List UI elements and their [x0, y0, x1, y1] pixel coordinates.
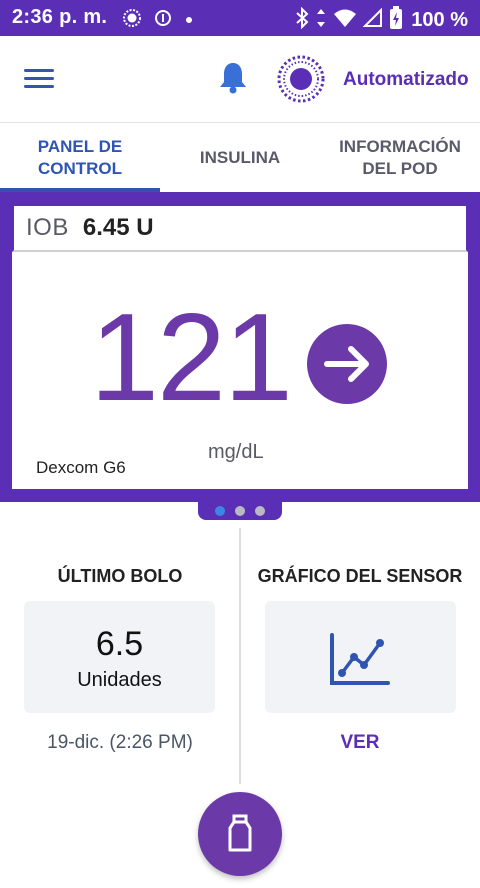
- last-bolus-unit: Unidades: [77, 669, 162, 691]
- tab-insulin[interactable]: INSULINA: [160, 123, 320, 192]
- iob-label: IOB: [26, 214, 69, 241]
- last-bolus-title: ÚLTIMO BOLO: [57, 566, 183, 586]
- page-dot: [215, 506, 225, 516]
- view-sensor-graph-link[interactable]: VER: [240, 732, 480, 754]
- bell-icon[interactable]: [218, 60, 250, 94]
- glucose-units: mg/dL: [208, 441, 264, 463]
- iob-value: 6.45 U: [82, 214, 154, 241]
- tab-pod-info[interactable]: INFORMACIÓN DEL POD: [320, 123, 480, 192]
- cellular-signal-icon: [362, 7, 383, 33]
- dot-icon: [184, 12, 194, 30]
- last-bolus-value: 6.5: [95, 625, 144, 663]
- battery-percent: 100 %: [411, 9, 468, 31]
- status-right-icons: 100 %: [295, 6, 468, 35]
- last-bolus-tile[interactable]: 6.5 Unidades: [24, 601, 215, 713]
- app-bar: Automatizado: [0, 36, 480, 122]
- data-saver-icon: [154, 9, 172, 32]
- sensor-name: Dexcom G6: [36, 458, 126, 477]
- page-dot: [235, 506, 245, 516]
- last-bolus-date: 19-dic. (2:26 PM): [47, 732, 193, 753]
- bluetooth-icon: [295, 6, 309, 34]
- sensor-graph-tile[interactable]: [265, 601, 456, 713]
- tab-dashboard[interactable]: PANEL DE CONTROL: [0, 123, 160, 192]
- page-dot: [255, 506, 265, 516]
- battery-charging-icon: [389, 6, 403, 35]
- data-arrows-icon: [315, 7, 327, 34]
- glucose-value: 121: [90, 289, 293, 427]
- mode-label: Automatizado: [343, 69, 469, 90]
- tab-bar: PANEL DE CONTROL INSULINA INFORMACIÓN DE…: [0, 122, 480, 192]
- iob-bar: IOB 6.45 U: [12, 204, 468, 252]
- dashboard-panel: IOB 6.45 U 121 mg/dL Dexcom G6: [0, 192, 480, 502]
- status-bar: 2:36 p. m. 100 %: [0, 0, 480, 36]
- status-left-icons: [122, 8, 194, 33]
- page-indicator[interactable]: [198, 502, 282, 520]
- automated-mode-icon: [276, 54, 326, 104]
- wifi-icon: [333, 7, 357, 34]
- bolus-fab[interactable]: [198, 792, 282, 876]
- sensor-graph-title: GRÁFICO DEL SENSOR: [257, 566, 463, 586]
- status-time: 2:36 p. m.: [12, 6, 108, 28]
- arrow-right-icon: [307, 324, 387, 404]
- insulin-vial-icon: [226, 814, 254, 859]
- hamburger-menu-icon[interactable]: [24, 66, 58, 92]
- glucose-card[interactable]: IOB 6.45 U 121 mg/dL Dexcom G6: [12, 204, 468, 489]
- brightness-icon: [122, 8, 142, 33]
- line-chart-icon: [328, 631, 392, 692]
